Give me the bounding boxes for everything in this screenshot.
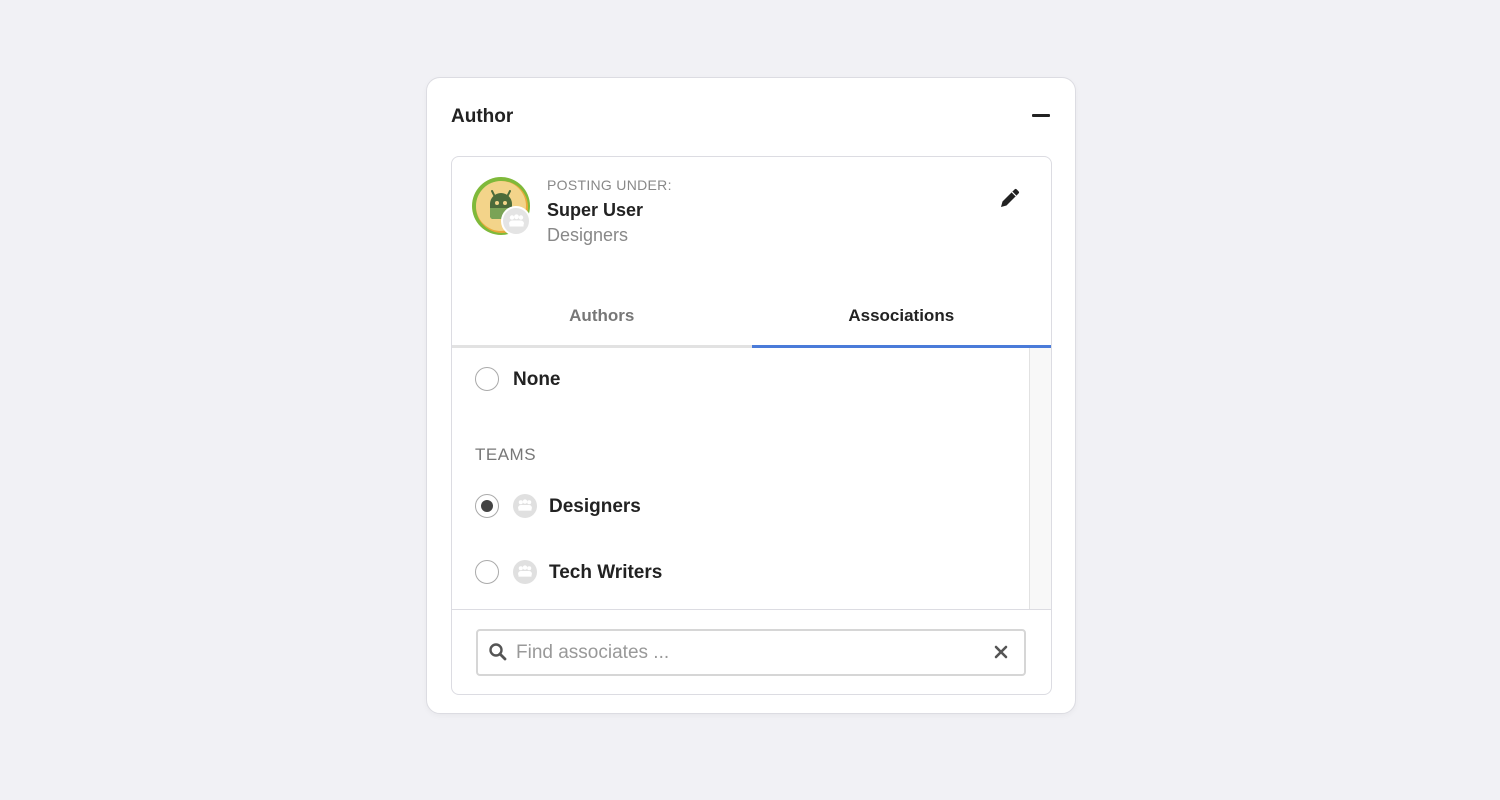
option-none-label: None xyxy=(513,369,561,390)
panel-title: Author xyxy=(451,106,514,127)
collapse-button[interactable] xyxy=(1031,106,1051,126)
tab-bar: Authors Associations xyxy=(452,282,1051,348)
clear-search-button[interactable] xyxy=(992,643,1010,661)
posting-under-label: POSTING UNDER: xyxy=(547,177,672,193)
author-team: Designers xyxy=(547,225,629,245)
radio-tech-writers[interactable] xyxy=(475,560,499,584)
search-icon xyxy=(489,643,507,661)
author-selector: POSTING UNDER: Super User Designers Auth… xyxy=(451,156,1052,695)
team-icon xyxy=(513,560,537,584)
option-designers-label: Designers xyxy=(549,496,641,517)
tab-authors[interactable]: Authors xyxy=(452,282,752,345)
radio-designers[interactable] xyxy=(475,494,499,518)
team-icon xyxy=(509,214,524,227)
tab-associations[interactable]: Associations xyxy=(751,282,1052,348)
search-input[interactable] xyxy=(516,639,976,667)
avatar xyxy=(471,176,531,236)
option-tech-writers-label: Tech Writers xyxy=(549,562,663,583)
pencil-icon xyxy=(1001,189,1019,207)
associations-list: None TEAMS Designers Tech Writers xyxy=(452,348,1051,609)
author-panel: Author POSTING UNDER: Super User Designe… xyxy=(426,77,1076,714)
close-icon xyxy=(994,645,1008,659)
team-badge xyxy=(501,206,531,236)
edit-button[interactable] xyxy=(997,185,1023,211)
search-box xyxy=(476,629,1026,676)
scrollbar[interactable] xyxy=(1029,348,1051,609)
search-footer xyxy=(452,609,1051,694)
posting-under-section: POSTING UNDER: Super User Designers xyxy=(452,157,1051,282)
radio-none[interactable] xyxy=(475,367,499,391)
team-icon xyxy=(513,494,537,518)
teams-section-label: TEAMS xyxy=(475,445,537,464)
panel-header: Author xyxy=(451,104,1051,132)
author-name: Super User xyxy=(547,200,644,220)
